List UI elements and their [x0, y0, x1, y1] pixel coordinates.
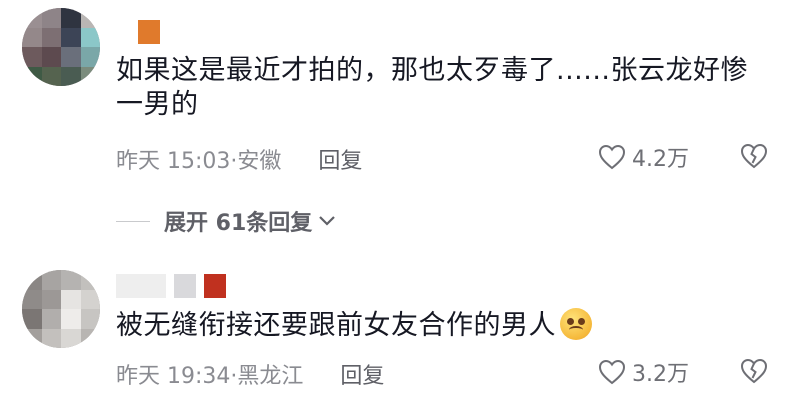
- username-redacted[interactable]: [116, 20, 160, 44]
- time-location: 昨天 15:03·安徽: [116, 149, 282, 174]
- like-button[interactable]: 3.2万: [598, 356, 689, 388]
- avatar[interactable]: [22, 8, 100, 86]
- avatar[interactable]: [22, 270, 100, 348]
- comment-item: 如果这是最近才拍的，那也太歹毒了......张云龙好惨一男的 昨天 15:03·…: [0, 0, 800, 236]
- comment-text: 被无缝衔接还要跟前女友合作的男人: [116, 308, 770, 343]
- reply-button[interactable]: 回复: [318, 149, 362, 174]
- broken-heart-icon[interactable]: [740, 357, 768, 385]
- like-button[interactable]: 4.2万: [598, 141, 689, 173]
- comment-text: 如果这是最近才拍的，那也太歹毒了......张云龙好惨一男的: [116, 55, 748, 120]
- comment-text-content: 被无缝衔接还要跟前女友合作的男人: [116, 310, 556, 341]
- pleading-face-emoji: [560, 308, 592, 340]
- comment-meta: 昨天 15:03·安徽 回复: [116, 143, 362, 175]
- expand-replies-button[interactable]: 展开 61条回复: [116, 205, 336, 237]
- heart-outline-icon: [598, 144, 626, 170]
- like-count: 3.2万: [632, 362, 689, 387]
- like-count: 4.2万: [632, 147, 689, 172]
- comment-meta: 昨天 19:34·黑龙江 回复: [116, 358, 384, 390]
- divider-line: [116, 220, 150, 222]
- comment-item: 被无缝衔接还要跟前女友合作的男人 昨天 19:34·黑龙江 回复 3.2万: [0, 258, 800, 417]
- heart-outline-icon: [598, 359, 626, 385]
- broken-heart-icon[interactable]: [740, 142, 768, 170]
- expand-replies-label: 展开 61条回复: [164, 211, 313, 236]
- reply-button[interactable]: 回复: [340, 364, 384, 389]
- chevron-down-icon: [319, 216, 336, 226]
- username-redacted[interactable]: [116, 274, 226, 298]
- time-location: 昨天 19:34·黑龙江: [116, 364, 304, 389]
